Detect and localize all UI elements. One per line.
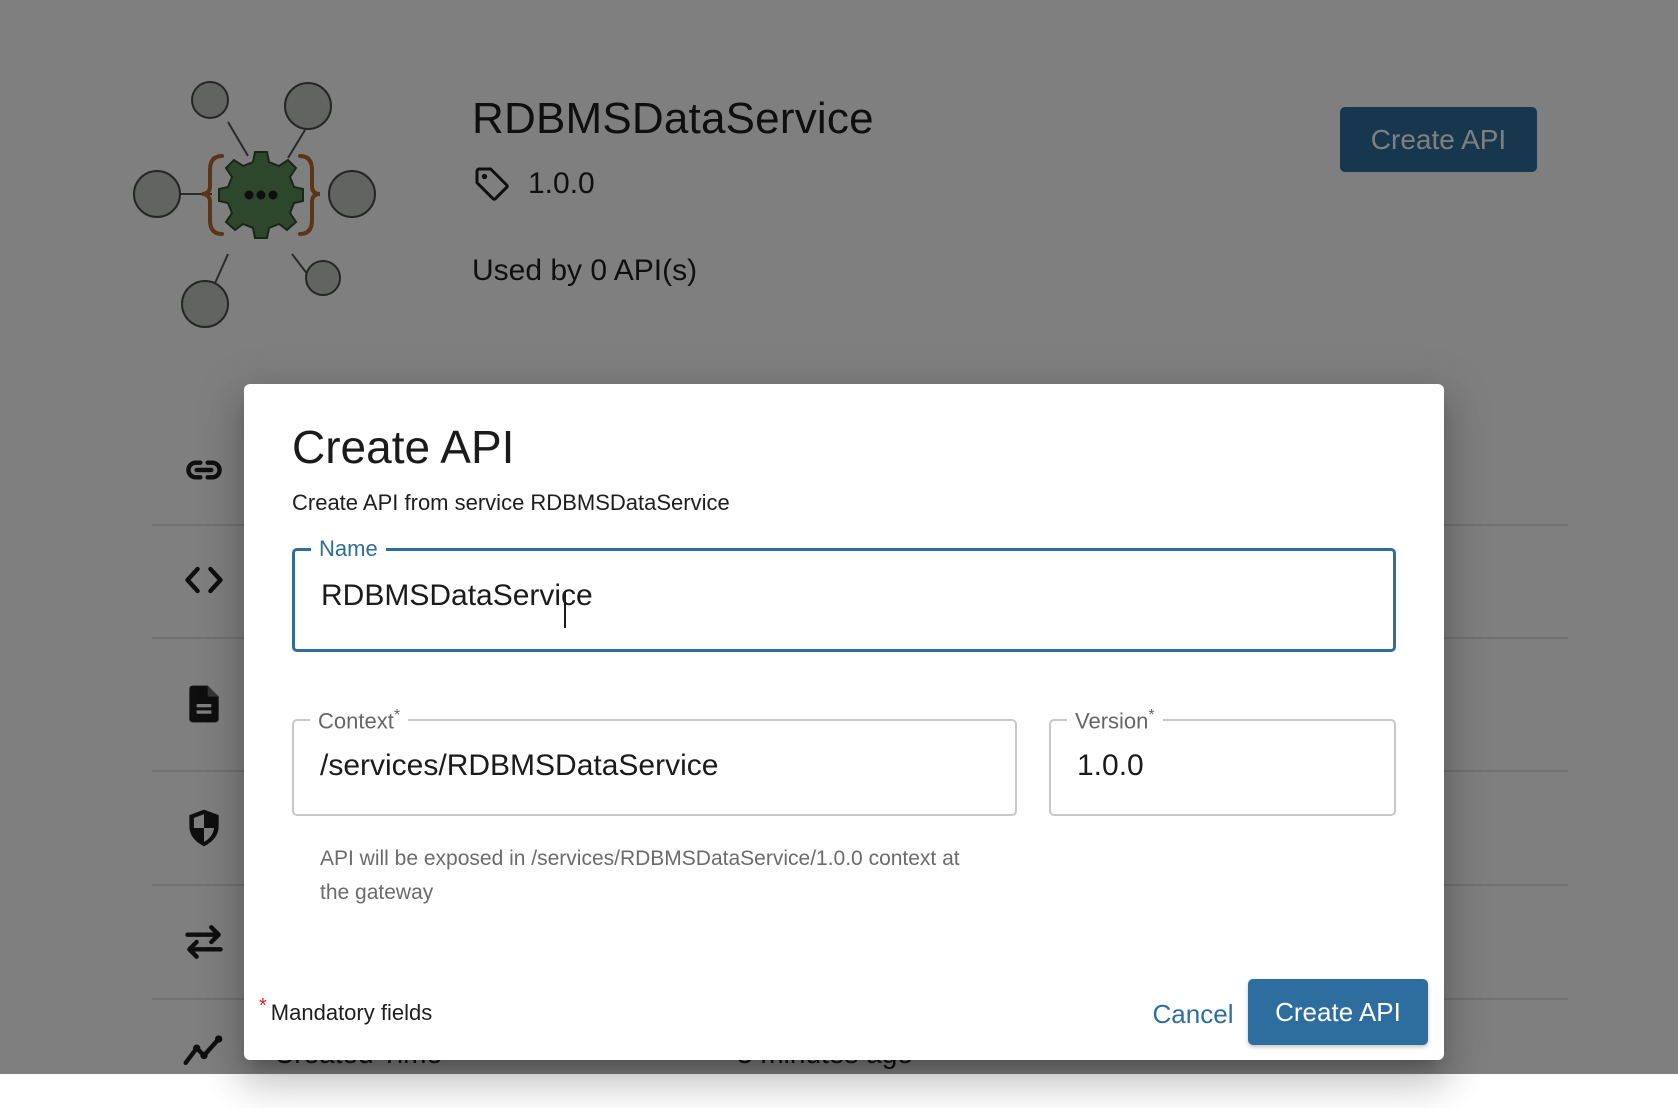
context-input[interactable] (320, 746, 989, 787)
name-input[interactable] (321, 576, 1367, 616)
cancel-button[interactable]: Cancel (1132, 986, 1254, 1042)
version-field-label: Version* (1075, 707, 1155, 734)
version-input[interactable] (1077, 746, 1368, 787)
name-field-label: Name (319, 536, 378, 561)
text-cursor (564, 592, 566, 628)
context-helper-text: API will be exposed in /services/RDBMSDa… (320, 847, 960, 904)
version-field[interactable]: Version* (1049, 708, 1396, 816)
create-api-button[interactable]: Create API (1248, 979, 1428, 1045)
dialog-title: Create API (292, 421, 515, 473)
create-api-dialog: Create API Create API from service RDBMS… (244, 384, 1444, 1060)
mandatory-fields-text: Mandatory fields (270, 1000, 433, 1025)
required-star: * (259, 995, 267, 1017)
mandatory-fields-note: * Mandatory fields (259, 995, 433, 1026)
dialog-subtitle: Create API from service RDBMSDataService (292, 490, 730, 515)
context-field[interactable]: Context* (292, 708, 1017, 816)
name-field[interactable]: Name (292, 538, 1396, 652)
context-field-label: Context* (318, 707, 401, 734)
